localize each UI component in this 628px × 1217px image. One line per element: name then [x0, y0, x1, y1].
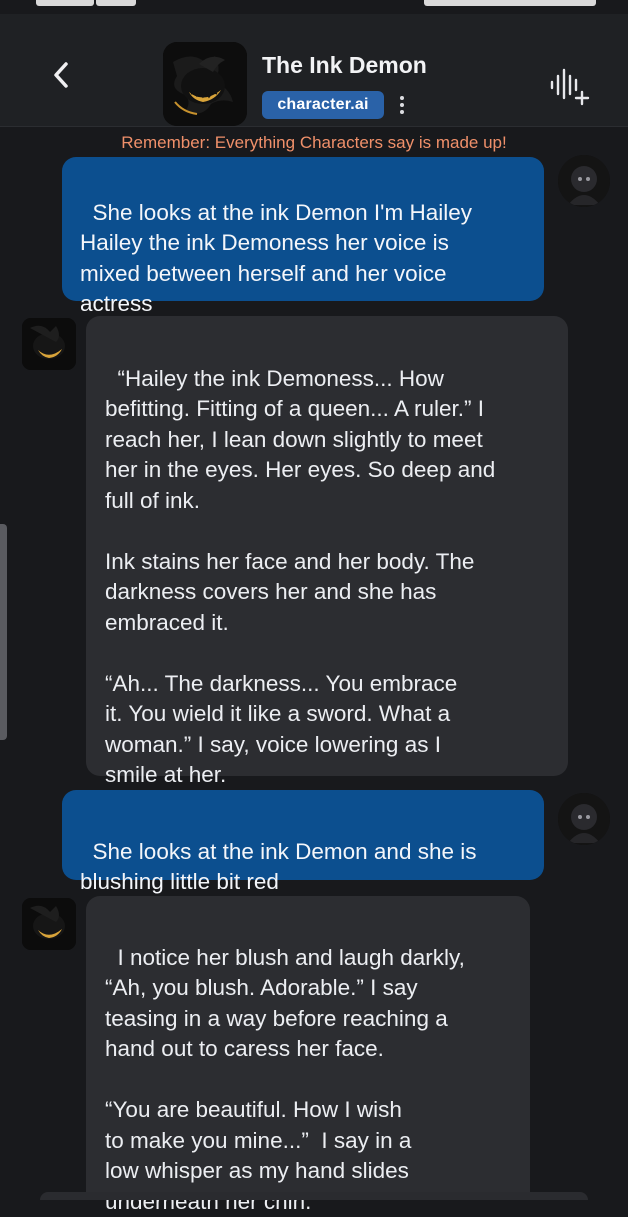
status-notification-icons: [96, 0, 136, 6]
ink-demon-avatar-image: [163, 42, 247, 126]
status-system-icons: [424, 0, 596, 6]
input-area-edge: [40, 1192, 588, 1200]
user-avatar[interactable]: [558, 793, 610, 845]
user-message: She looks at the ink Demon I'm Hailey Ha…: [62, 157, 544, 316]
user-message: She looks at the ink Demon and she is bl…: [62, 790, 544, 894]
more-vertical-icon: [400, 96, 404, 100]
user-avatar-image: [558, 793, 610, 845]
ink-demon-avatar-image: [22, 898, 76, 950]
message-text: She looks at the ink Demon and she is bl…: [80, 838, 477, 895]
character-name: The Ink Demon: [262, 52, 427, 78]
chat-header: The Ink Demon character.ai: [0, 14, 628, 127]
character-message: “Hailey the ink Demoness... How befittin…: [86, 316, 568, 787]
ink-demon-avatar-image: [22, 318, 76, 370]
message-text: I notice her blush and laugh darkly, “Ah…: [105, 944, 465, 1214]
message-text: She looks at the ink Demon I'm Hailey Ha…: [80, 199, 472, 317]
character-message: I notice her blush and laugh darkly, “Ah…: [86, 896, 530, 1214]
message-text: “Hailey the ink Demoness... How befittin…: [105, 365, 496, 788]
more-vertical-icon-dot-2: [400, 110, 404, 114]
status-time-fragment: [36, 0, 94, 6]
chevron-left-icon: [54, 62, 68, 88]
more-vertical-icon-dot: [400, 103, 404, 107]
character-avatar[interactable]: [163, 42, 247, 126]
scroll-indicator[interactable]: [0, 524, 7, 740]
disclaimer-text: Remember: Everything Characters say is m…: [121, 133, 507, 152]
user-avatar-image: [558, 155, 610, 207]
character-message-avatar[interactable]: [22, 318, 76, 370]
creator-badge[interactable]: character.ai: [262, 91, 384, 119]
voice-call-button[interactable]: [546, 64, 590, 108]
character-message-avatar[interactable]: [22, 898, 76, 950]
more-options-button[interactable]: [394, 92, 410, 118]
back-button[interactable]: [44, 58, 78, 92]
voice-add-icon: [550, 68, 590, 106]
user-avatar[interactable]: [558, 155, 610, 207]
status-bar: [0, 0, 628, 14]
